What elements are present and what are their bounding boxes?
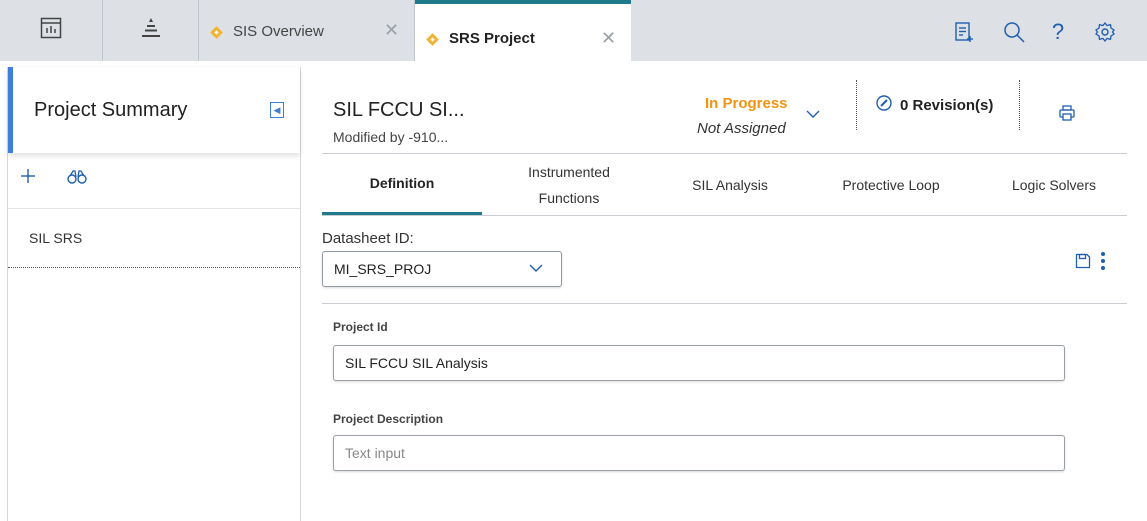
project-id-label: Project Id bbox=[333, 320, 388, 334]
project-id-field[interactable]: SIL FCCU SIL Analysis bbox=[333, 345, 1065, 381]
tab-label: SIS Overview bbox=[233, 23, 324, 40]
tab-label: SIL Analysis bbox=[692, 177, 768, 193]
revisions-button[interactable]: 0 Revision(s) bbox=[876, 95, 993, 115]
project-description-label: Project Description bbox=[333, 412, 444, 426]
binoculars-icon[interactable] bbox=[67, 169, 87, 190]
tab-sil-analysis[interactable]: SIL Analysis bbox=[656, 154, 804, 216]
pyramid-icon bbox=[141, 17, 161, 44]
more-options-icon[interactable] bbox=[1100, 252, 1106, 273]
list-item[interactable]: SIL SRS bbox=[8, 209, 300, 268]
dashboard-icon bbox=[40, 17, 62, 44]
chevron-down-icon bbox=[529, 264, 543, 272]
list-item-label: SIL SRS bbox=[29, 230, 83, 246]
diamond-icon bbox=[426, 33, 439, 46]
top-tab-bar: SIS Overview ✕ SRS Project ✕ ? bbox=[0, 0, 1147, 61]
tab-label: Instrumented Functions bbox=[528, 164, 610, 206]
tab-definition[interactable]: Definition bbox=[322, 154, 482, 216]
datasheet-select[interactable]: MI_SRS_PROJ bbox=[322, 251, 562, 287]
assignment-label: Not Assigned bbox=[697, 120, 786, 137]
add-icon[interactable] bbox=[19, 167, 37, 190]
datasheet-label: Datasheet ID: bbox=[322, 230, 414, 247]
tabs-divider bbox=[322, 215, 1127, 216]
clipboard-add-icon[interactable] bbox=[952, 20, 976, 44]
chevron-down-icon[interactable] bbox=[806, 106, 820, 124]
tab-instrumented-functions[interactable]: Instrumented Functions bbox=[490, 154, 648, 216]
collapse-panel-icon[interactable]: ◀ bbox=[270, 102, 284, 118]
tab-logic-solvers[interactable]: Logic Solvers bbox=[978, 154, 1130, 216]
tab-label: Logic Solvers bbox=[1011, 177, 1097, 193]
sis-app-button[interactable] bbox=[103, 0, 199, 61]
section-divider bbox=[322, 303, 1127, 304]
divider bbox=[1019, 80, 1020, 130]
save-icon[interactable] bbox=[1075, 253, 1091, 274]
close-icon[interactable]: ✕ bbox=[384, 20, 399, 41]
tab-label: SRS Project bbox=[449, 30, 535, 47]
divider bbox=[856, 80, 857, 130]
left-panel-header: Project Summary ◀ bbox=[8, 67, 300, 153]
diamond-icon bbox=[210, 26, 223, 39]
datasheet-value: MI_SRS_PROJ bbox=[334, 261, 432, 277]
edit-circle-icon bbox=[876, 95, 892, 115]
tab-sis-overview[interactable]: SIS Overview ✕ bbox=[199, 0, 415, 61]
tab-label: Protective Loop bbox=[842, 177, 940, 193]
accent-bar bbox=[8, 67, 13, 153]
project-description-field[interactable]: Text input bbox=[333, 435, 1065, 471]
dashboard-app-button[interactable] bbox=[0, 0, 103, 61]
tab-label: Definition bbox=[369, 175, 435, 191]
record-title: SIL FCCU SI... bbox=[333, 99, 465, 121]
record-modified-by: Modified by -910... bbox=[333, 129, 449, 145]
project-id-value: SIL FCCU SIL Analysis bbox=[345, 355, 488, 371]
left-panel-toolbar bbox=[8, 153, 300, 209]
print-icon[interactable] bbox=[1058, 104, 1076, 127]
help-icon[interactable]: ? bbox=[1046, 19, 1070, 44]
close-icon[interactable]: ✕ bbox=[601, 28, 616, 49]
status-label[interactable]: In Progress bbox=[705, 95, 788, 112]
project-description-placeholder: Text input bbox=[345, 445, 405, 461]
left-panel-title: Project Summary bbox=[34, 99, 188, 121]
tab-srs-project[interactable]: SRS Project ✕ bbox=[415, 0, 631, 61]
left-panel: Project Summary ◀ SIL SRS bbox=[7, 67, 301, 521]
search-icon[interactable] bbox=[1002, 20, 1026, 44]
tab-protective-loop[interactable]: Protective Loop bbox=[812, 154, 970, 216]
revisions-label: 0 Revision(s) bbox=[900, 96, 994, 114]
gear-icon[interactable] bbox=[1093, 20, 1117, 44]
